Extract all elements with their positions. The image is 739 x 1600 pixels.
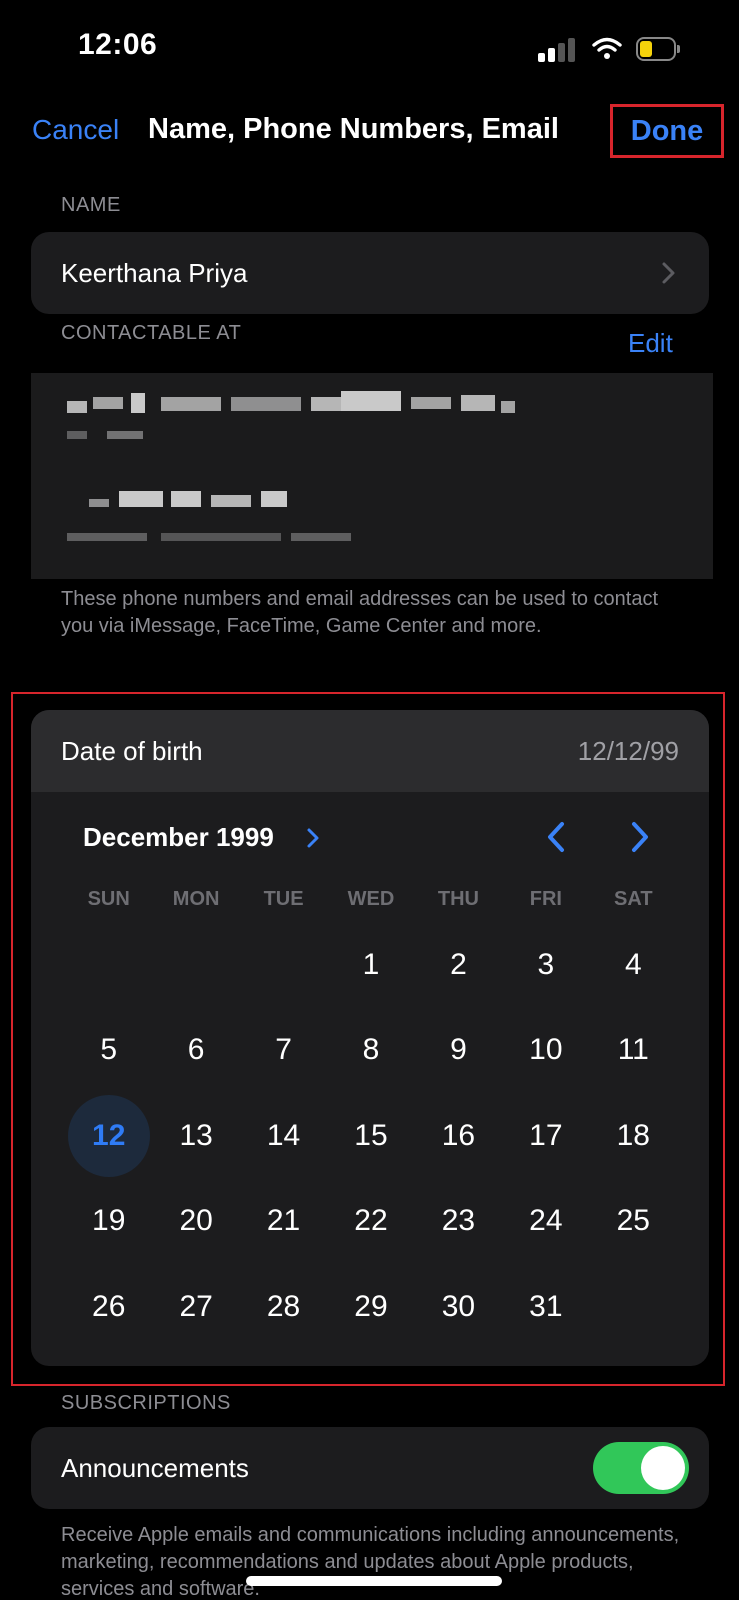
weekday-label: SAT [614, 888, 653, 910]
name-value: Keerthana Priya [61, 257, 248, 288]
chevron-right-icon [662, 262, 675, 284]
calendar-day[interactable]: 1 [327, 922, 414, 1008]
month-year-label[interactable]: December 1999 [83, 822, 274, 853]
calendar-day-grid: 1 2 3 4 5 6 7 8 9 10 11 12 13 14 15 16 17 18 19 20 21 22 23 24 2… [65, 922, 677, 1350]
toggle-knob [641, 1446, 685, 1490]
cancel-button[interactable]: Cancel [32, 114, 119, 146]
calendar-day[interactable]: 7 [240, 1008, 327, 1094]
calendar-day[interactable]: 24 [502, 1179, 589, 1265]
battery-icon [636, 37, 680, 61]
announcements-row: Announcements [31, 1427, 709, 1509]
weekday-label: WED [347, 888, 395, 910]
date-of-birth-label: Date of birth [61, 735, 203, 766]
previous-month-button[interactable] [541, 819, 571, 855]
announcements-label: Announcements [61, 1452, 249, 1483]
weekday-header: SUN MON TUE WED THU FRI SAT [65, 888, 677, 911]
calendar-day[interactable]: 8 [327, 1008, 414, 1094]
calendar-day[interactable]: 11 [590, 1008, 677, 1094]
name-row[interactable]: Keerthana Priya [31, 232, 709, 314]
calendar-day[interactable]: 19 [65, 1179, 152, 1265]
wifi-icon [592, 37, 622, 59]
calendar-day[interactable]: 28 [240, 1264, 327, 1350]
contact-list-redacted [31, 373, 713, 579]
calendar-day[interactable]: 15 [327, 1093, 414, 1179]
calendar-day[interactable]: 21 [240, 1179, 327, 1265]
page-title: Name, Phone Numbers, Email [148, 113, 559, 145]
calendar-day[interactable]: 2 [415, 922, 502, 1008]
calendar-day[interactable]: 25 [590, 1179, 677, 1265]
calendar-empty-cell [65, 922, 152, 1008]
calendar-day[interactable]: 3 [502, 922, 589, 1008]
weekday-label: SUN [87, 888, 130, 910]
calendar-day[interactable]: 18 [590, 1093, 677, 1179]
home-indicator[interactable] [246, 1576, 502, 1586]
calendar-day[interactable]: 30 [415, 1264, 502, 1350]
calendar-empty-cell [152, 922, 239, 1008]
weekday-label: TUE [263, 888, 304, 910]
date-of-birth-value: 12/12/99 [577, 735, 679, 766]
announcements-toggle[interactable] [593, 1442, 689, 1494]
calendar-day[interactable]: 26 [65, 1264, 152, 1350]
calendar-day[interactable]: 23 [415, 1179, 502, 1265]
calendar-day[interactable]: 17 [502, 1093, 589, 1179]
calendar-day[interactable]: 29 [327, 1264, 414, 1350]
calendar-day[interactable]: 22 [327, 1179, 414, 1265]
calendar-day[interactable]: 5 [65, 1008, 152, 1094]
calendar-day[interactable]: 13 [152, 1093, 239, 1179]
calendar-day[interactable]: 10 [502, 1008, 589, 1094]
calendar-day[interactable]: 6 [152, 1008, 239, 1094]
status-time: 12:06 [78, 28, 158, 61]
date-of-birth-row[interactable]: Date of birth 12/12/99 [31, 710, 709, 792]
calendar-day[interactable]: 9 [415, 1008, 502, 1094]
calendar-day[interactable]: 27 [152, 1264, 239, 1350]
done-button[interactable]: Done [610, 104, 724, 158]
weekday-label: FRI [529, 888, 562, 910]
calendar-empty-cell [240, 922, 327, 1008]
weekday-label: MON [172, 888, 220, 910]
contact-note: These phone numbers and email addresses … [61, 588, 659, 637]
chevron-right-icon[interactable] [305, 827, 321, 849]
calendar-card: Date of birth 12/12/99 December 1999 SUN… [31, 710, 709, 1366]
calendar-day-selected[interactable]: 12 [65, 1093, 152, 1179]
edit-button[interactable]: Edit [628, 328, 673, 359]
calendar-day[interactable]: 20 [152, 1179, 239, 1265]
weekday-label: THU [437, 888, 479, 910]
contact-section-label: CONTACTABLE AT [61, 322, 242, 344]
calendar-day[interactable]: 31 [502, 1264, 589, 1350]
subscriptions-note: Receive Apple emails and communications … [61, 1524, 680, 1600]
subscriptions-section-label: SUBSCRIPTIONS [61, 1392, 231, 1414]
name-section-label: NAME [61, 194, 121, 216]
next-month-button[interactable] [625, 819, 655, 855]
calendar-day[interactable]: 16 [415, 1093, 502, 1179]
cellular-signal-icon [538, 36, 578, 62]
calendar-day[interactable]: 14 [240, 1093, 327, 1179]
calendar-day[interactable]: 4 [590, 922, 677, 1008]
